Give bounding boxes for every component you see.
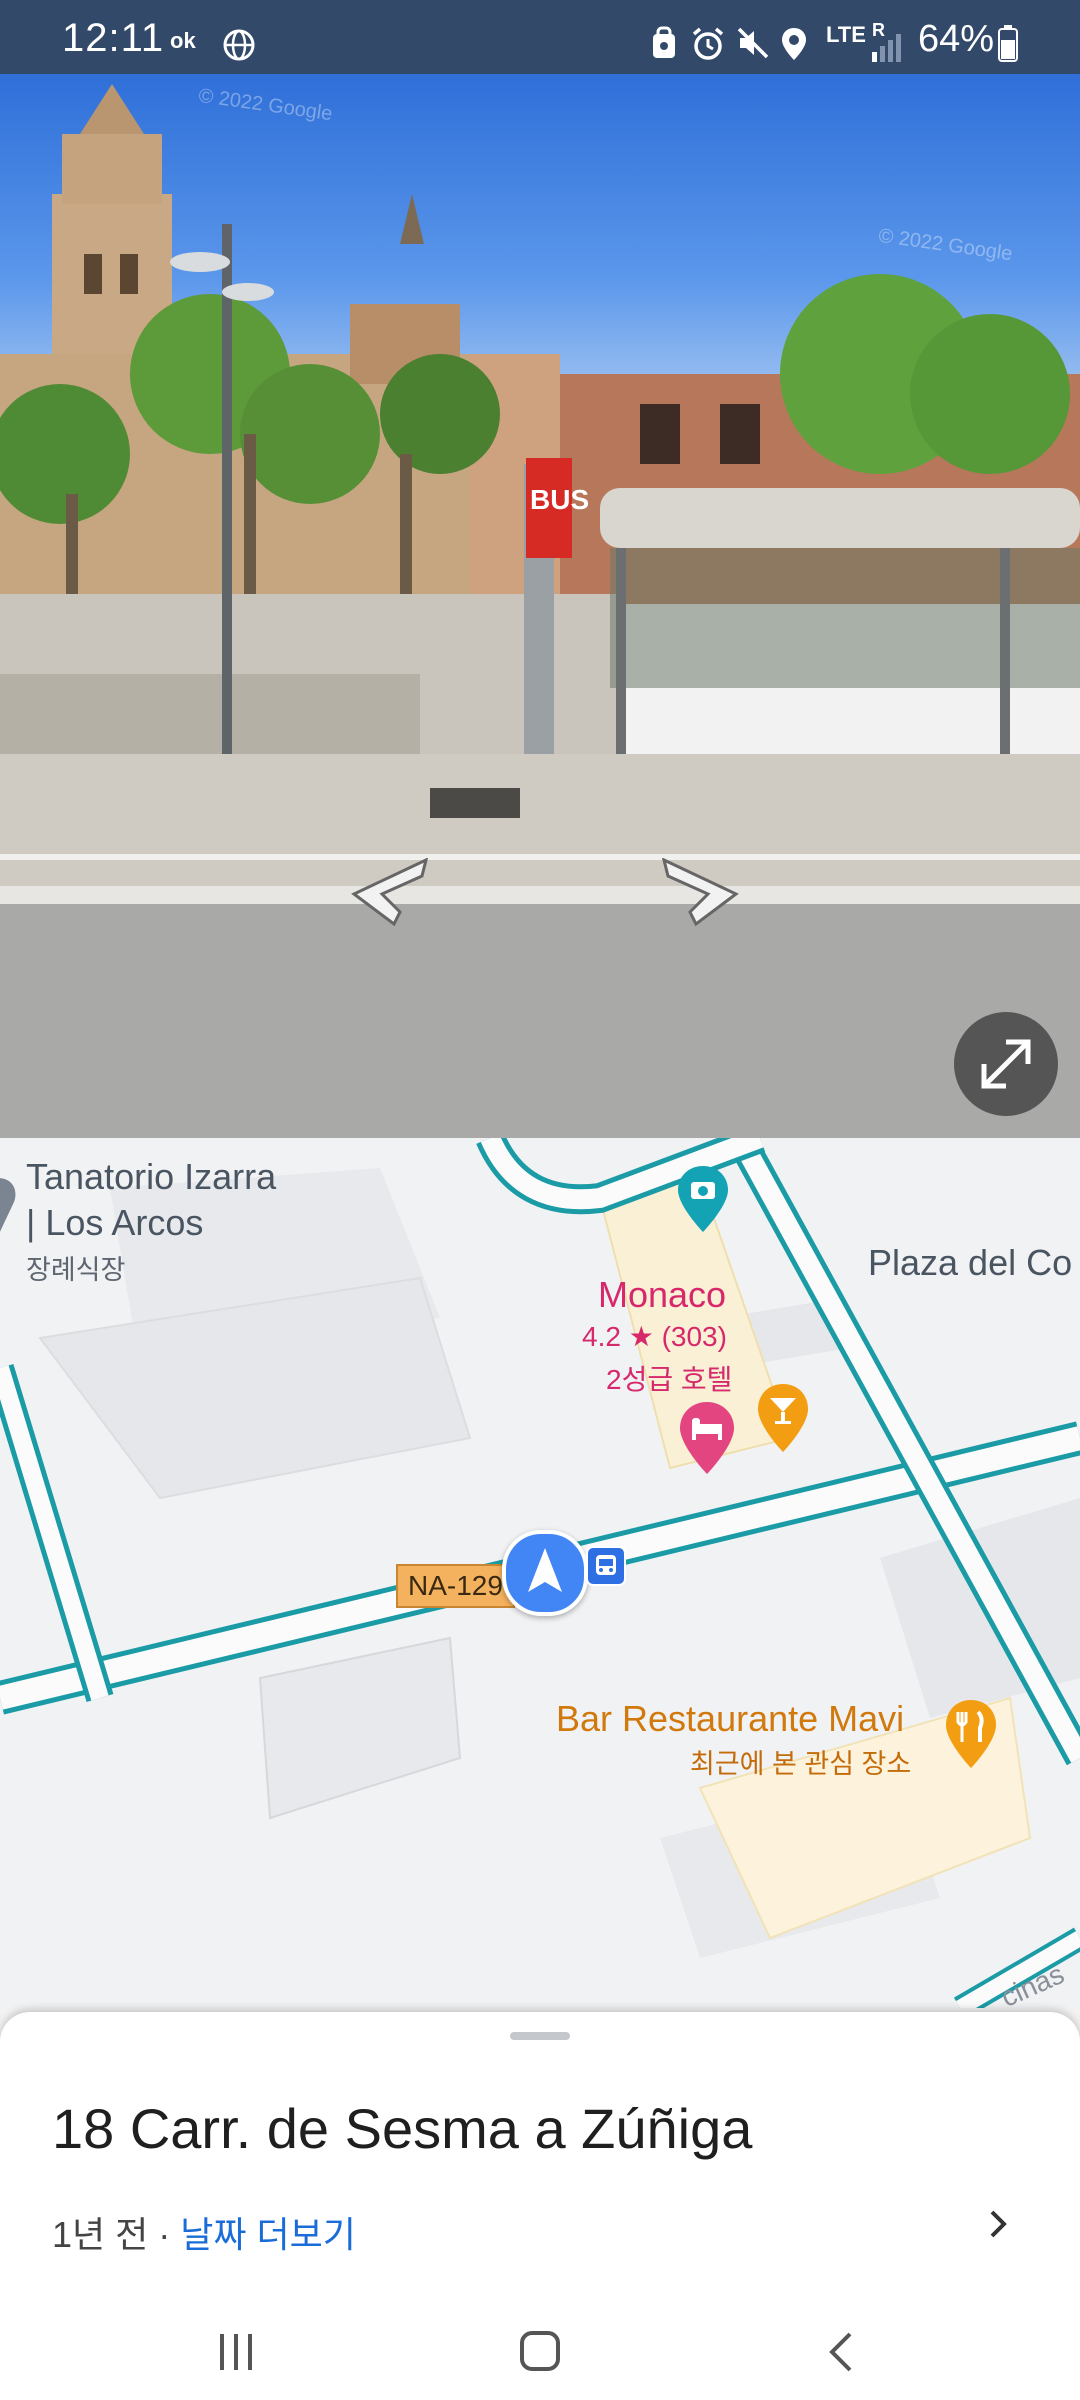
battery-percent: 64% (918, 18, 995, 60)
pano-nav-right-arrow[interactable] (652, 858, 742, 928)
vpn-icon (653, 26, 675, 58)
place-name-tanatorio[interactable]: Tanatorio Izarra (26, 1156, 276, 1198)
globe-icon (223, 29, 255, 61)
photo-spot-icon[interactable] (676, 1164, 730, 1234)
bar-pin-icon[interactable] (756, 1382, 810, 1454)
alarm-icon (692, 27, 724, 60)
signal-icon (872, 34, 901, 62)
street-scene (0, 84, 1080, 1138)
status-bar: 12:11 ok LTE R 64% (0, 0, 1080, 74)
bottom-sheet[interactable]: 18 Carr. de Sesma a Zúñiga 1년 전 · 날짜 더보기 (0, 2012, 1080, 2302)
place-category: 장례식장 (26, 1255, 126, 1285)
mute-icon (737, 27, 769, 59)
capture-date-row: 1년 전 · 날짜 더보기 (52, 2206, 356, 2258)
street-view-panorama[interactable]: © 2022 Google © 2022 Google BUS (0, 74, 1080, 1138)
location-icon (782, 28, 806, 60)
see-more-dates-link[interactable]: 날짜 더보기 (180, 2214, 356, 2255)
place-category: 2성급 호텔 (606, 1364, 733, 1395)
expand-icon (981, 1039, 1031, 1089)
place-rating: 4.2 ★ (303) (582, 1321, 727, 1352)
recent-apps-icon[interactable] (206, 2330, 266, 2374)
home-icon[interactable] (510, 2330, 570, 2374)
bus-sign: BUS (530, 484, 590, 515)
place-name-monaco[interactable]: Monaco (598, 1274, 726, 1316)
road-shield: NA-129 (396, 1564, 515, 1608)
status-time: 12:11 (62, 16, 165, 60)
current-location-marker[interactable] (502, 1530, 588, 1616)
back-icon[interactable] (812, 2330, 872, 2374)
drag-handle[interactable] (510, 2032, 570, 2040)
address-title: 18 Carr. de Sesma a Zúñiga (52, 2097, 753, 2160)
expand-fullscreen-button[interactable] (954, 1012, 1058, 1116)
map-view[interactable]: Tanatorio Izarra | Los Arcos 장례식장 Monaco… (0, 1138, 1080, 2008)
capture-date: 1년 전 · (52, 2214, 181, 2255)
recently-viewed-note: 최근에 본 관심 장소 (690, 1749, 912, 1779)
battery-icon (998, 25, 1018, 62)
system-nav-bar (0, 2302, 1080, 2400)
restaurant-pin-icon[interactable] (944, 1698, 998, 1770)
hotel-pin-icon[interactable] (678, 1400, 736, 1476)
ok-icon: ok (170, 28, 196, 53)
place-name-tanatorio-line2[interactable]: | Los Arcos (26, 1202, 203, 1244)
bus-stop-icon[interactable] (586, 1546, 626, 1586)
place-name-plaza[interactable]: Plaza del Co (868, 1242, 1072, 1284)
chevron-right-icon[interactable] (984, 2204, 1014, 2244)
place-pin-icon[interactable] (0, 1178, 20, 1238)
network-type: LTE (826, 22, 866, 47)
navigation-arrow-icon (528, 1548, 562, 1592)
place-name-bar-mavi[interactable]: Bar Restaurante Mavi (556, 1698, 904, 1740)
pano-nav-left-arrow[interactable] (348, 858, 438, 928)
